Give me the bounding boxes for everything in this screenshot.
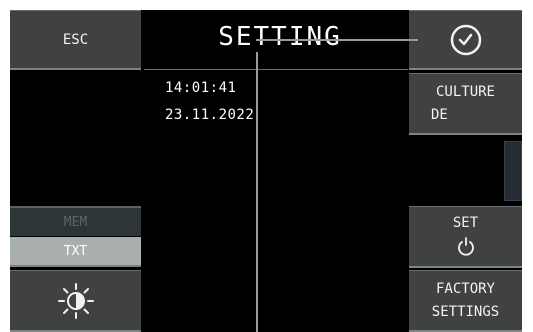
settings-screen: ESC SETTING 14:01:41 23.11.2022 CULTURE … [10, 10, 522, 332]
clock-button[interactable] [409, 10, 522, 70]
set-button[interactable]: SET [409, 206, 522, 268]
power-icon [457, 236, 474, 256]
factory-settings-button[interactable]: FACTORY SETTINGS [409, 270, 522, 332]
page-title: SETTING [218, 22, 342, 52]
culture-button[interactable]: CULTURE DE [409, 73, 522, 135]
date-display: 23.11.2022 [165, 107, 255, 123]
esc-label: ESC [62, 31, 89, 48]
scroll-thumb[interactable] [504, 141, 522, 201]
clock-icon [450, 24, 481, 55]
set-label: SET [452, 215, 479, 232]
title-underline [144, 69, 408, 70]
factory-line2: SETTINGS [431, 304, 500, 321]
brightness-icon [57, 282, 94, 319]
mem-button[interactable]: MEM [10, 206, 141, 236]
callout-vertical-line [256, 52, 258, 332]
culture-value: DE [431, 107, 448, 124]
mem-label: MEM [63, 214, 88, 230]
factory-line1: FACTORY [435, 280, 495, 297]
txt-label: TXT [63, 243, 88, 259]
callout-horizontal-line [256, 39, 418, 41]
brightness-button[interactable] [10, 270, 141, 332]
txt-button[interactable]: TXT [10, 237, 141, 267]
time-display: 14:01:41 [165, 80, 237, 96]
esc-button[interactable]: ESC [10, 10, 141, 70]
culture-label: CULTURE [435, 83, 495, 100]
